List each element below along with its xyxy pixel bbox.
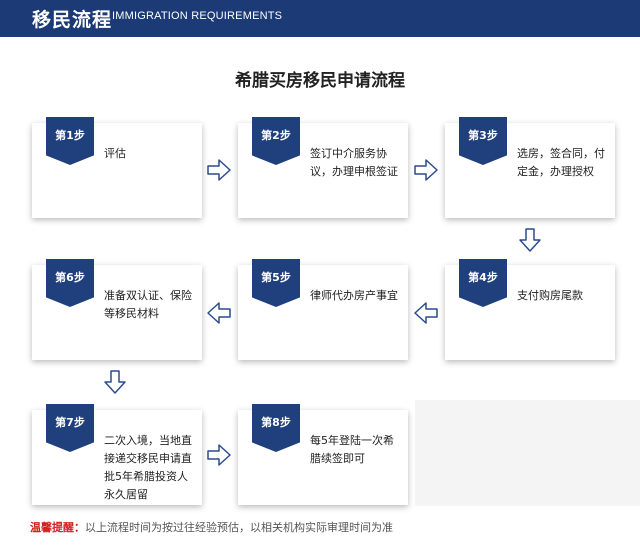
arrow-right-icon bbox=[206, 157, 232, 183]
step-card-2: 第2步 签订中介服务协议，办理申根签证 bbox=[238, 117, 408, 218]
arrow-right-icon bbox=[413, 157, 439, 183]
step-card-7: 第7步 二次入境，当地直接递交移民申请直批5年希腊投资人永久居留 bbox=[32, 404, 202, 505]
step-text-1: 评估 bbox=[104, 147, 126, 160]
step-badge-2: 第2步 bbox=[252, 117, 300, 165]
step-badge-1: 第1步 bbox=[46, 117, 94, 165]
step-text-4: 支付购房尾款 bbox=[517, 289, 583, 302]
arrow-down-icon bbox=[102, 369, 128, 395]
step-card-4: 第4步 支付购房尾款 bbox=[445, 259, 615, 360]
step-text-7: 二次入境，当地直接递交移民申请直批5年希腊投资人永久居留 bbox=[104, 434, 192, 501]
step-text-5: 律师代办房产事宜 bbox=[310, 289, 398, 302]
step-card-1: 第1步 评估 bbox=[32, 117, 202, 218]
step-badge-7: 第7步 bbox=[46, 404, 94, 452]
arrow-down-icon bbox=[517, 227, 543, 253]
arrow-left-icon bbox=[206, 300, 232, 326]
arrow-left-icon bbox=[413, 300, 439, 326]
reminder-note: 温馨提醒：以上流程时间为按过往经验预估，以相关机构实际审理时间为准 bbox=[30, 519, 393, 535]
step-card-8: 第8步 每5年登陆一次希腊续签即可 bbox=[238, 404, 408, 505]
step-badge-5: 第5步 bbox=[252, 259, 300, 307]
step-text-6: 准备双认证、保险等移民材料 bbox=[104, 289, 192, 320]
step-card-6: 第6步 准备双认证、保险等移民材料 bbox=[32, 259, 202, 360]
reminder-text: 以上流程时间为按过往经验预估，以相关机构实际审理时间为准 bbox=[85, 521, 393, 534]
step-card-5: 第5步 律师代办房产事宜 bbox=[238, 259, 408, 360]
step-badge-8: 第8步 bbox=[252, 404, 300, 452]
reminder-label: 温馨提醒： bbox=[30, 521, 85, 534]
header-title-en: IMMIGRATION REQUIREMENTS bbox=[112, 10, 283, 22]
step-badge-4: 第4步 bbox=[459, 259, 507, 307]
flow-title: 希腊买房移民申请流程 bbox=[235, 71, 405, 91]
step-text-8: 每5年登陆一次希腊续签即可 bbox=[310, 434, 394, 465]
step-text-3: 选房，签合同，付定金，办理授权 bbox=[517, 147, 605, 178]
step-text-2: 签订中介服务协议，办理申根签证 bbox=[310, 147, 398, 178]
page-header: 移民流程 IMMIGRATION REQUIREMENTS bbox=[0, 0, 640, 37]
step-card-3: 第3步 选房，签合同，付定金，办理授权 bbox=[445, 117, 615, 218]
arrow-right-icon bbox=[206, 442, 232, 468]
blank-area bbox=[415, 400, 640, 506]
step-badge-6: 第6步 bbox=[46, 259, 94, 307]
step-badge-3: 第3步 bbox=[459, 117, 507, 165]
header-title-cn: 移民流程 bbox=[32, 9, 113, 31]
